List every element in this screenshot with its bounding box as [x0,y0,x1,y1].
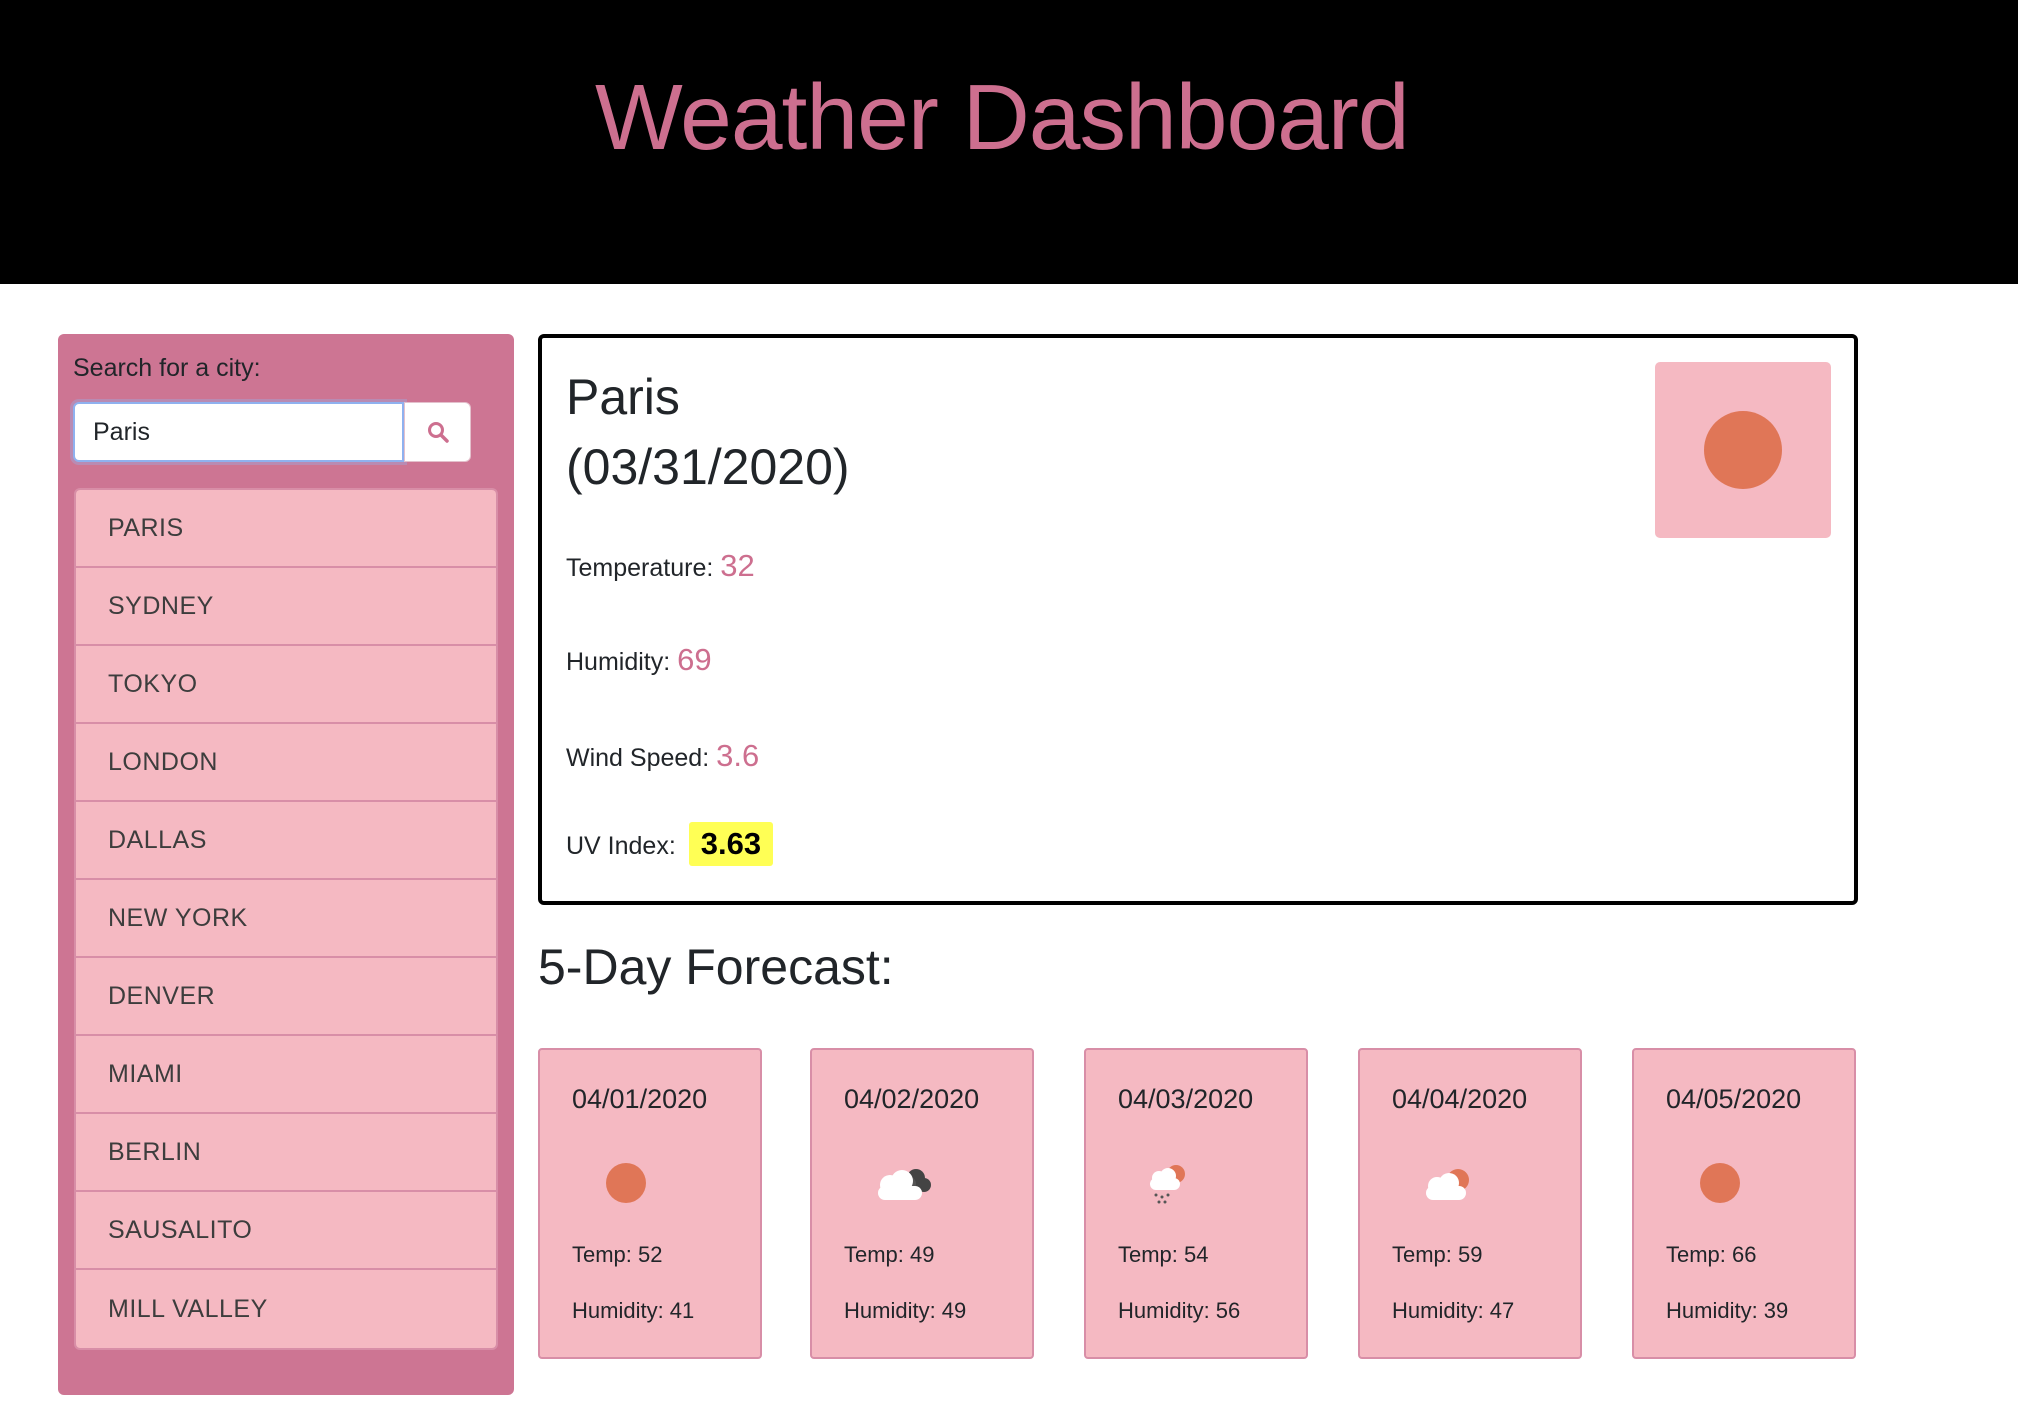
humidity-label: Humidity: [566,648,671,676]
current-weather-icon-box [1655,362,1831,538]
wind-speed-row: Wind Speed: 3.6 [566,738,759,774]
city-item-paris[interactable]: PARIS [76,490,496,568]
partly-cloudy-icon [1426,1169,1469,1200]
forecast-temp: Temp: 59 [1392,1242,1483,1267]
humidity-row: Humidity: 69 [566,642,712,678]
forecast-date: 04/01/2020 [572,1084,708,1114]
forecast-title: 5-Day Forecast: [538,939,894,995]
current-weather-card: Paris (03/31/2020) Temperature: 32 Humid… [538,334,1858,905]
city-item-dallas[interactable]: DALLAS [76,802,496,880]
forecast-date: 04/04/2020 [1392,1084,1528,1114]
uv-index-row: UV Index: 3.63 [566,822,774,866]
wind-speed-label: Wind Speed: [566,744,710,772]
search-label: Search for a city: [73,354,261,382]
city-item-new-york[interactable]: NEW YORK [76,880,496,958]
city-history-list: PARIS SYDNEY TOKYO LONDON DALLAS NEW YOR… [74,488,498,1350]
uv-index-badge: 3.63 [688,822,774,866]
forecast-card-day-2: 04/02/2020 Temp: 49 Humidity: 49 [810,1048,1034,1359]
temperature-row: Temperature: 32 [566,548,755,584]
forecast-temp: Temp: 66 [1666,1242,1757,1267]
temperature-label: Temperature: [566,554,714,582]
forecast-humidity: Humidity: 56 [1118,1298,1241,1323]
sidebar: Search for a city: PARIS SYDNEY TOKYO LO… [58,334,514,1395]
search-input[interactable] [73,402,404,462]
forecast-temp: Temp: 49 [844,1242,935,1267]
uv-index-label: UV Index: [566,832,676,860]
temperature-value: 32 [720,548,755,583]
forecast-card-day-4: 04/04/2020 Temp: 59 Humidity: 47 [1358,1048,1582,1359]
city-item-mill-valley[interactable]: MILL VALLEY [76,1270,496,1348]
rain-cloud-sun-icon [1150,1165,1185,1204]
clear-sun-icon [1704,411,1782,489]
forecast-humidity: Humidity: 47 [1392,1298,1515,1323]
forecast-humidity: Humidity: 49 [844,1298,967,1323]
forecast-card-day-3: 04/03/2020 Temp: 54 Humidity: 56 [1084,1048,1308,1359]
forecast-card-day-5: 04/05/2020 Temp: 66 Humidity: 39 [1632,1048,1856,1359]
search-button[interactable] [404,402,471,462]
forecast-date: 04/02/2020 [844,1084,980,1114]
current-date: (03/31/2020) [566,439,850,495]
page-title: Weather Dashboard [595,65,1410,169]
city-item-tokyo[interactable]: TOKYO [76,646,496,724]
clear-sun-icon [606,1163,646,1203]
search-icon [427,422,449,443]
forecast-humidity: Humidity: 41 [572,1298,695,1323]
wind-speed-value: 3.6 [716,738,760,773]
forecast-card-day-1: 04/01/2020 Temp: 52 Humidity: 41 [538,1048,762,1359]
clear-sun-icon [1700,1163,1740,1203]
forecast-humidity: Humidity: 39 [1666,1298,1789,1323]
city-item-miami[interactable]: MIAMI [76,1036,496,1114]
forecast-temp: Temp: 52 [572,1242,663,1267]
city-item-sydney[interactable]: SYDNEY [76,568,496,646]
city-item-london[interactable]: LONDON [76,724,496,802]
forecast-date: 04/03/2020 [1118,1084,1254,1114]
forecast-date: 04/05/2020 [1666,1084,1802,1114]
dark-cloud-icon [878,1169,931,1200]
city-item-denver[interactable]: DENVER [76,958,496,1036]
page-header: Weather Dashboard [0,0,2018,284]
city-item-sausalito[interactable]: SAUSALITO [76,1192,496,1270]
city-item-berlin[interactable]: BERLIN [76,1114,496,1192]
humidity-value: 69 [677,642,712,677]
forecast-temp: Temp: 54 [1118,1242,1209,1267]
current-city-name: Paris [566,369,680,425]
